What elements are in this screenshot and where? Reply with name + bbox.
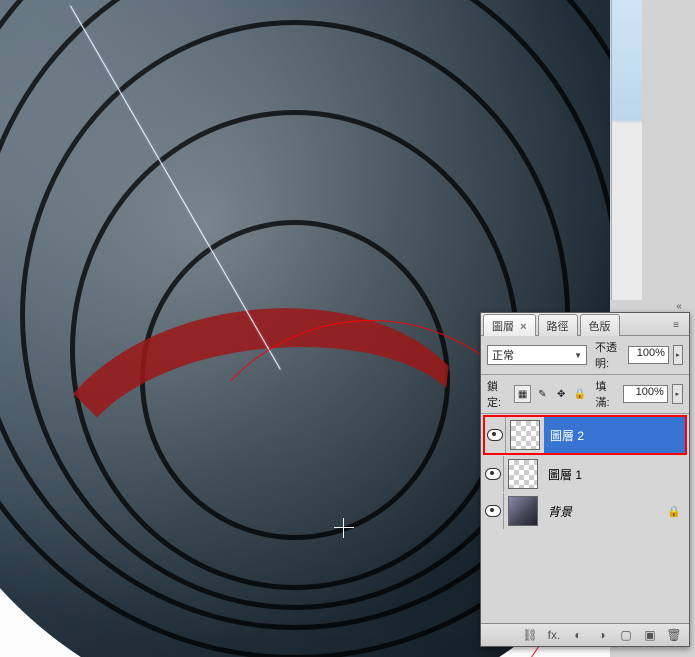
new-group-button[interactable]: ▢: [617, 627, 635, 643]
layer-visibility-toggle[interactable]: [485, 417, 506, 453]
layer-visibility-toggle[interactable]: [483, 493, 504, 529]
trash-icon: 🗑: [666, 628, 681, 642]
delete-layer-button[interactable]: 🗑: [665, 627, 683, 643]
fill-value: 100%: [636, 386, 664, 398]
chevron-down-icon: ▼: [574, 351, 582, 360]
tab-channels-label: 色版: [589, 321, 611, 333]
lock-pixels-button[interactable]: ✎: [535, 386, 550, 402]
layer-label-area[interactable]: 圖層 2: [544, 417, 685, 453]
opacity-value: 100%: [637, 347, 665, 359]
layer-name: 圖層 2: [544, 427, 584, 444]
eye-icon: [485, 505, 501, 517]
layer-row[interactable]: 背景 🔒: [483, 493, 687, 529]
right-ruler-area: [611, 0, 642, 300]
layer-thumbnail[interactable]: [510, 420, 540, 450]
tab-paths-label: 路徑: [547, 321, 569, 333]
lock-icon: 🔒: [667, 505, 681, 518]
panel-footer: ⛓ fx. ◐ ◑ ▢ ▣ 🗑: [481, 623, 689, 646]
eye-icon: [487, 429, 503, 441]
layer-fx-button[interactable]: fx.: [545, 627, 563, 643]
fill-input[interactable]: 100%: [623, 385, 668, 403]
opacity-input[interactable]: 100%: [628, 346, 669, 364]
layer-thumbnail[interactable]: [508, 496, 538, 526]
layers-panel: « 圖層 × 路徑 色版 ≡ 正常 ▼ 不透明: 100% ▸ 鎖定: ▦ ✎ …: [480, 312, 690, 647]
layer-visibility-toggle[interactable]: [483, 456, 504, 492]
opacity-label: 不透明:: [595, 339, 624, 371]
layer-row[interactable]: 圖層 2: [483, 415, 687, 455]
blend-mode-select[interactable]: 正常 ▼: [487, 345, 587, 365]
add-mask-button[interactable]: ◐: [569, 627, 587, 643]
opacity-stepper[interactable]: ▸: [673, 345, 683, 365]
tab-layers[interactable]: 圖層 ×: [483, 314, 536, 336]
menu-icon: ≡: [673, 320, 679, 331]
fill-label: 填滿:: [595, 378, 618, 410]
layer-thumbnail[interactable]: [508, 459, 538, 489]
layer-label-area[interactable]: 圖層 1: [542, 456, 687, 492]
fill-stepper[interactable]: ▸: [672, 384, 683, 404]
link-icon: ⛓: [522, 628, 537, 642]
blend-mode-value: 正常: [492, 347, 514, 363]
new-icon: ▣: [644, 628, 655, 642]
adjust-icon: ◑: [598, 628, 605, 642]
folder-icon: ▢: [620, 628, 631, 642]
adjustment-layer-button[interactable]: ◑: [593, 627, 611, 643]
panel-collapse-button[interactable]: «: [672, 301, 686, 311]
link-layers-button[interactable]: ⛓: [521, 627, 539, 643]
panel-tabs: 圖層 × 路徑 色版 ≡: [481, 313, 689, 336]
lock-transparent-button[interactable]: ▦: [514, 385, 531, 403]
lock-options-row: 鎖定: ▦ ✎ ✥ 🔒 填滿: 100% ▸: [481, 375, 689, 414]
lock-position-button[interactable]: ✥: [554, 386, 569, 402]
blend-options-row: 正常 ▼ 不透明: 100% ▸: [481, 336, 689, 375]
panel-menu-button[interactable]: ≡: [667, 317, 685, 333]
lock-label: 鎖定:: [487, 378, 510, 410]
tab-paths[interactable]: 路徑: [538, 314, 578, 336]
eye-icon: [485, 468, 501, 480]
layer-name: 圖層 1: [542, 466, 582, 483]
mask-icon: ◐: [574, 628, 581, 642]
tab-channels[interactable]: 色版: [580, 314, 620, 336]
layer-list: 圖層 2 圖層 1 背景 🔒: [481, 414, 689, 623]
new-layer-button[interactable]: ▣: [641, 627, 659, 643]
layer-label-area[interactable]: 背景: [542, 493, 667, 529]
fx-icon: fx.: [548, 628, 561, 642]
lock-all-button[interactable]: 🔒: [573, 386, 588, 402]
tab-layers-close[interactable]: ×: [520, 321, 526, 333]
tab-layers-label: 圖層: [492, 321, 514, 333]
layer-name: 背景: [542, 503, 572, 520]
layer-row[interactable]: 圖層 1: [483, 456, 687, 492]
